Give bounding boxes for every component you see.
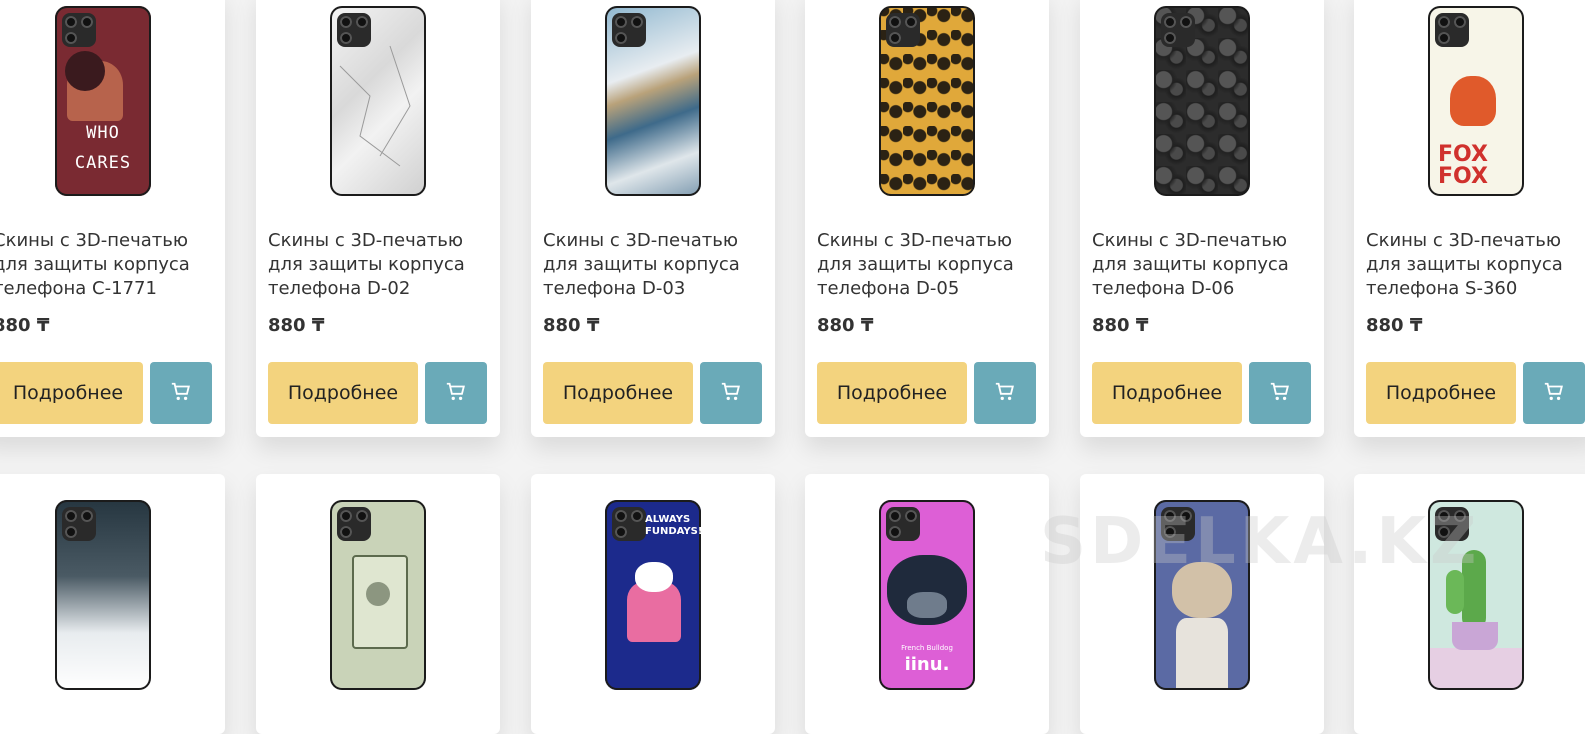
product-card: Скины с 3D-печатью для защиты корпуса те… (256, 0, 500, 437)
add-to-cart-button[interactable] (425, 362, 487, 424)
add-to-cart-button[interactable] (974, 362, 1036, 424)
cart-icon (1270, 382, 1289, 400)
product-title[interactable]: Скины с 3D-печатью для защиты корпуса те… (817, 229, 1043, 301)
add-to-cart-button[interactable] (150, 362, 212, 424)
phone-case-image[interactable] (605, 6, 701, 196)
phone-case-image[interactable] (330, 6, 426, 196)
camera-icon (612, 13, 646, 47)
product-card: French Bulldog iinu. (805, 474, 1049, 734)
phone-print-text: ALWAYS FUNDAYS! (645, 514, 701, 537)
cart-icon (721, 382, 740, 400)
details-button[interactable]: Подробнее (1366, 362, 1516, 424)
product-price: 880 ₸ (1092, 315, 1149, 336)
product-card: WHO CARES Скины с 3D-печатью для защиты … (0, 0, 225, 437)
product-title[interactable]: Скины с 3D-печатью для защиты корпуса те… (543, 229, 769, 301)
product-price: 880 ₸ (543, 315, 600, 336)
phone-print-text: WHO CARES (74, 123, 132, 173)
product-title[interactable]: Скины с 3D-печатью для защиты корпуса те… (1092, 229, 1318, 301)
product-card (0, 474, 225, 734)
product-title[interactable]: Скины с 3D-печатью для защиты корпуса те… (0, 229, 219, 301)
camera-icon (62, 507, 96, 541)
add-to-cart-button[interactable] (1523, 362, 1585, 424)
phone-case-image[interactable]: FOX FOX (1428, 6, 1524, 196)
product-grid: WHO CARES Скины с 3D-печатью для защиты … (0, 0, 1585, 734)
product-card: Скины с 3D-печатью для защиты корпуса те… (1080, 0, 1324, 437)
product-card: Скины с 3D-печатью для защиты корпуса те… (531, 0, 775, 437)
camera-icon (886, 13, 920, 47)
phone-case-image[interactable]: WHO CARES (55, 6, 151, 196)
phone-case-image[interactable]: French Bulldog iinu. (879, 500, 975, 690)
product-price: 880 ₸ (268, 315, 325, 336)
product-title[interactable]: Скины с 3D-печатью для защиты корпуса те… (1366, 229, 1585, 301)
product-title[interactable]: Скины с 3D-печатью для защиты корпуса те… (268, 229, 494, 301)
add-to-cart-button[interactable] (700, 362, 762, 424)
product-card: FOX FOX Скины с 3D-печатью для защиты ко… (1354, 0, 1585, 437)
phone-case-image[interactable] (55, 500, 151, 690)
product-card (256, 474, 500, 734)
product-price: 880 ₸ (1366, 315, 1423, 336)
camera-icon (337, 507, 371, 541)
camera-icon (886, 507, 920, 541)
product-card: Скины с 3D-печатью для защиты корпуса те… (805, 0, 1049, 437)
camera-icon (612, 507, 646, 541)
phone-print-text: FOX FOX (1438, 142, 1488, 189)
phone-case-image[interactable] (879, 6, 975, 196)
product-price: 880 ₸ (817, 315, 874, 336)
cart-icon (995, 382, 1014, 400)
product-card: ALWAYS FUNDAYS! (531, 474, 775, 734)
details-button[interactable]: Подробнее (0, 362, 143, 424)
add-to-cart-button[interactable] (1249, 362, 1311, 424)
phone-print-text: French Bulldog (901, 644, 953, 652)
cart-icon (171, 382, 190, 400)
camera-icon (1161, 13, 1195, 47)
details-button[interactable]: Подробнее (1092, 362, 1242, 424)
phone-case-image[interactable]: ALWAYS FUNDAYS! (605, 500, 701, 690)
product-price: 880 ₸ (0, 315, 50, 336)
phone-print-text: iinu. (904, 654, 950, 675)
camera-icon (62, 13, 96, 47)
cart-icon (446, 382, 465, 400)
camera-icon (1435, 13, 1469, 47)
details-button[interactable]: Подробнее (817, 362, 967, 424)
details-button[interactable]: Подробнее (543, 362, 693, 424)
phone-case-image[interactable] (1154, 6, 1250, 196)
details-button[interactable]: Подробнее (268, 362, 418, 424)
watermark: SDELKA.KZ (1040, 505, 1481, 579)
cart-icon (1544, 382, 1563, 400)
phone-case-image[interactable] (330, 500, 426, 690)
